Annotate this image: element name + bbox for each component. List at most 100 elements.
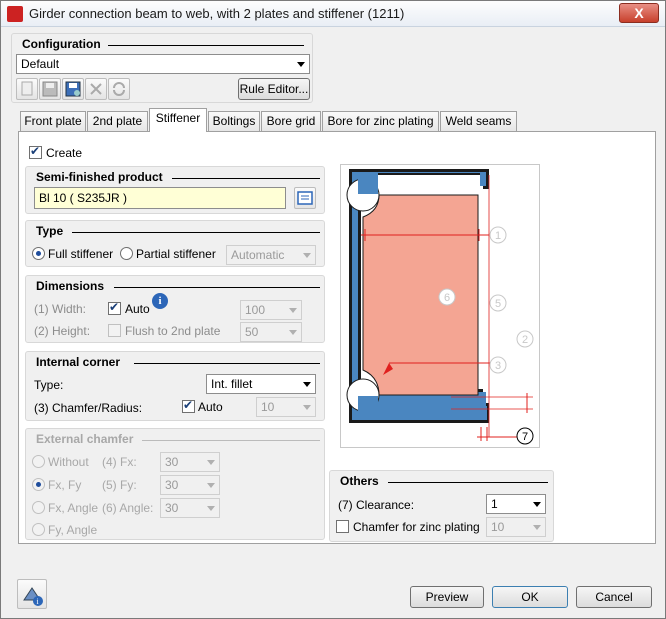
corner-auto-label: Auto	[198, 400, 223, 414]
corner-value: 10	[261, 400, 275, 414]
callout-label-1: 1	[495, 230, 501, 242]
width-auto-label: Auto	[125, 302, 150, 316]
fy-select[interactable]: 30	[160, 475, 220, 495]
rule-editor-button[interactable]: Rule Editor...	[238, 78, 310, 100]
tab-boltings[interactable]: Boltings	[208, 111, 260, 131]
width-label: (1) Width:	[34, 302, 87, 316]
fyangle-radio[interactable]	[32, 523, 45, 536]
fx-value: 30	[165, 455, 179, 469]
width-select[interactable]: 100	[240, 300, 302, 320]
chamfer-zinc-select[interactable]: 10	[486, 517, 546, 537]
stiffener-mode-select[interactable]: Automatic	[226, 245, 316, 265]
external-chamfer-group: External chamfer Without (4) Fx: 30 Fx, …	[25, 428, 325, 540]
chevron-down-icon	[303, 382, 311, 387]
internal-type-select[interactable]: Int. fillet	[206, 374, 316, 394]
without-radio[interactable]	[32, 455, 45, 468]
chevron-down-icon	[533, 525, 541, 530]
chevron-down-icon	[303, 253, 311, 258]
chevron-down-icon	[303, 405, 311, 410]
width-value: 100	[245, 303, 266, 317]
tab-bore-zinc[interactable]: Bore for zinc plating	[322, 111, 439, 131]
stiffener-diagram-svg: 1 2 3 5 6 7	[346, 169, 534, 445]
corner-value-select[interactable]: 10	[256, 397, 316, 417]
preview-button[interactable]: Preview	[410, 586, 484, 608]
save-icon[interactable]	[39, 78, 61, 100]
dialog-window: Girder connection beam to web, with 2 pl…	[0, 0, 666, 619]
width-auto-checkbox[interactable]	[108, 300, 121, 315]
tab-stiffener[interactable]: Stiffener	[149, 108, 207, 132]
tab-weld-seams[interactable]: Weld seams	[440, 111, 517, 131]
chevron-down-icon	[207, 460, 215, 465]
corner-auto-checkbox[interactable]	[182, 398, 195, 413]
fxangle-radio[interactable]	[32, 501, 45, 514]
chevron-down-icon	[289, 330, 297, 335]
stiffener-panel: Create Semi-finished product Bl 10 ( S23…	[18, 131, 656, 544]
fxangle-label: Fx, Angle	[48, 501, 99, 515]
dimensions-group: Dimensions (1) Width: Auto i 100 (2) Hei…	[25, 275, 325, 343]
others-group: Others (7) Clearance: 1 Chamfer for zinc…	[329, 470, 554, 542]
fxfy-radio[interactable]	[32, 478, 45, 491]
fx-select[interactable]: 30	[160, 452, 220, 472]
fyangle-label: Fy, Angle	[48, 523, 98, 537]
callout-label-2: 2	[522, 334, 528, 346]
app-icon	[7, 6, 23, 22]
semi-finished-field[interactable]: Bl 10 ( S235JR )	[34, 187, 286, 209]
title-bar: Girder connection beam to web, with 2 pl…	[1, 1, 665, 27]
configuration-select[interactable]: Default	[16, 54, 310, 74]
delete-icon[interactable]	[85, 78, 107, 100]
semi-finished-group: Semi-finished product Bl 10 ( S235JR )	[25, 166, 325, 214]
flush-checkbox[interactable]	[108, 324, 121, 337]
fx-label: (4) Fx:	[102, 455, 137, 469]
tab-2nd-plate[interactable]: 2nd plate	[87, 111, 148, 131]
full-stiffener-radio[interactable]	[32, 247, 45, 260]
catalog-icon[interactable]	[294, 187, 316, 209]
partial-stiffener-label: Partial stiffener	[136, 247, 216, 261]
callout-label-3: 3	[495, 360, 501, 372]
height-select[interactable]: 50	[240, 322, 302, 342]
callout-label-5: 5	[495, 298, 501, 310]
tab-bore-grid[interactable]: Bore grid	[261, 111, 321, 131]
close-button[interactable]: X	[619, 3, 659, 23]
callout-label-7: 7	[522, 431, 528, 443]
help-info-icon[interactable]: i	[17, 579, 47, 609]
stiffener-mode-value: Automatic	[231, 248, 285, 262]
callout-label-6: 6	[444, 292, 450, 304]
full-stiffener-label: Full stiffener	[48, 247, 114, 261]
chamfer-zinc-checkbox[interactable]	[336, 520, 349, 533]
window-title: Girder connection beam to web, with 2 pl…	[29, 6, 405, 21]
stiffener-diagram: 1 2 3 5 6 7	[340, 164, 540, 448]
chevron-down-icon	[533, 502, 541, 507]
dimensions-title: Dimensions	[36, 279, 109, 293]
partial-stiffener-radio[interactable]	[120, 247, 133, 260]
cancel-button[interactable]: Cancel	[576, 586, 652, 608]
chevron-down-icon	[207, 506, 215, 511]
clearance-select[interactable]: 1	[486, 494, 546, 514]
refresh-icon[interactable]	[108, 78, 130, 100]
chamfer-zinc-value: 10	[491, 520, 505, 534]
fy-value: 30	[165, 478, 179, 492]
flush-label: Flush to 2nd plate	[125, 324, 221, 338]
new-config-icon[interactable]	[16, 78, 38, 100]
angle-select[interactable]: 30	[160, 498, 220, 518]
internal-corner-group: Internal corner Type: Int. fillet (3) Ch…	[25, 351, 325, 421]
clearance-label: (7) Clearance:	[338, 498, 415, 512]
fy-label: (5) Fy:	[102, 478, 137, 492]
others-title: Others	[340, 474, 383, 488]
save-as-icon[interactable]	[62, 78, 84, 100]
chevron-down-icon	[207, 483, 215, 488]
chevron-down-icon	[297, 62, 305, 67]
create-checkbox[interactable]	[29, 144, 42, 159]
internal-corner-title: Internal corner	[36, 355, 125, 369]
ok-button[interactable]: OK	[492, 586, 568, 608]
configuration-group: Configuration Default Rule Editor...	[11, 33, 313, 103]
internal-type-value: Int. fillet	[211, 377, 253, 391]
info-icon[interactable]: i	[152, 293, 168, 309]
chevron-down-icon	[289, 308, 297, 313]
semi-finished-title: Semi-finished product	[36, 170, 167, 184]
tab-front-plate[interactable]: Front plate	[20, 111, 86, 131]
type-group: Type Full stiffener Partial stiffener Au…	[25, 220, 325, 267]
configuration-title: Configuration	[22, 37, 105, 51]
configuration-value: Default	[21, 57, 60, 71]
create-label: Create	[46, 146, 83, 160]
angle-label: (6) Angle:	[102, 501, 154, 515]
